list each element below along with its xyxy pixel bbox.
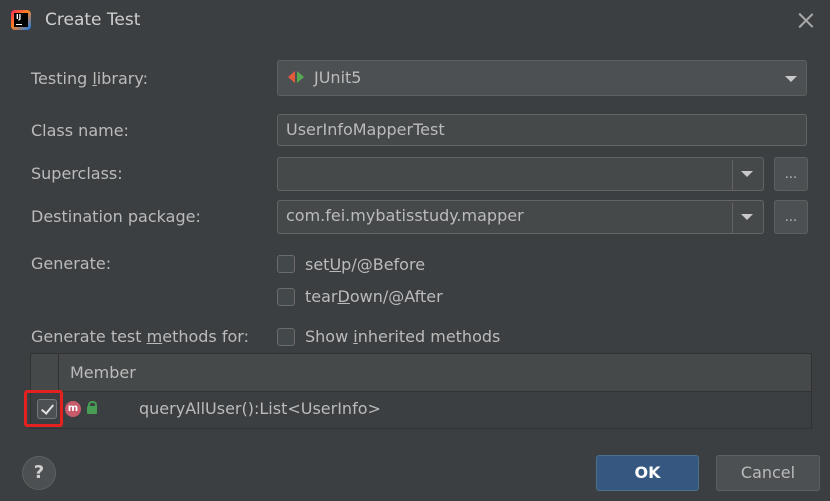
generate-methods-label: Generate test methods for: <box>31 327 249 346</box>
destination-package-combo[interactable]: com.fei.mybatisstudy.mapper <box>277 200 764 234</box>
chevron-down-icon[interactable] <box>741 214 753 220</box>
title-bar: IJ Create Test <box>0 0 830 42</box>
header-separator <box>58 354 59 391</box>
teardown-label: tearDown/@After <box>305 287 443 306</box>
red-highlight-box <box>24 390 63 427</box>
method-icon: m <box>65 401 81 417</box>
chevron-down-icon <box>785 76 797 82</box>
public-lock-icon <box>87 401 97 414</box>
junit-icon <box>288 70 306 84</box>
testing-library-value: JUnit5 <box>314 68 362 87</box>
testing-library-select[interactable]: JUnit5 <box>277 60 807 96</box>
show-inherited-checkbox[interactable] <box>277 328 295 346</box>
class-name-label: Class name: <box>31 121 129 140</box>
members-table-header: Member <box>31 354 811 392</box>
ok-button[interactable]: OK <box>596 455 699 491</box>
table-row[interactable]: m queryAllUser():List<UserInfo> <box>31 391 811 428</box>
destination-browse-button[interactable]: ... <box>774 200 808 234</box>
members-table: Member m queryAllUser():List<UserInfo> <box>30 353 812 429</box>
help-button[interactable]: ? <box>22 456 56 490</box>
cancel-button[interactable]: Cancel <box>716 455 820 491</box>
combo-divider <box>732 160 733 190</box>
superclass-label: Superclass: <box>31 164 123 183</box>
destination-package-label: Destination package: <box>31 207 201 226</box>
setup-checkbox[interactable] <box>277 255 295 273</box>
dialog-title: Create Test <box>45 10 141 30</box>
close-icon[interactable] <box>796 10 816 30</box>
show-inherited-label: Show inherited methods <box>305 327 501 346</box>
intellij-app-icon: IJ <box>11 10 31 30</box>
chevron-down-icon[interactable] <box>741 171 753 177</box>
class-name-input[interactable]: UserInfoMapperTest <box>277 114 807 146</box>
testing-library-label: Testing library: <box>31 69 149 88</box>
destination-package-value: com.fei.mybatisstudy.mapper <box>286 206 524 225</box>
teardown-checkbox[interactable] <box>277 288 295 306</box>
superclass-combo[interactable] <box>277 157 764 191</box>
superclass-browse-button[interactable]: ... <box>774 157 808 191</box>
setup-label: setUp/@Before <box>305 255 426 274</box>
combo-divider <box>732 203 733 233</box>
member-column-header[interactable]: Member <box>70 363 136 382</box>
member-name: queryAllUser():List<UserInfo> <box>139 399 381 418</box>
generate-label: Generate: <box>31 254 112 273</box>
